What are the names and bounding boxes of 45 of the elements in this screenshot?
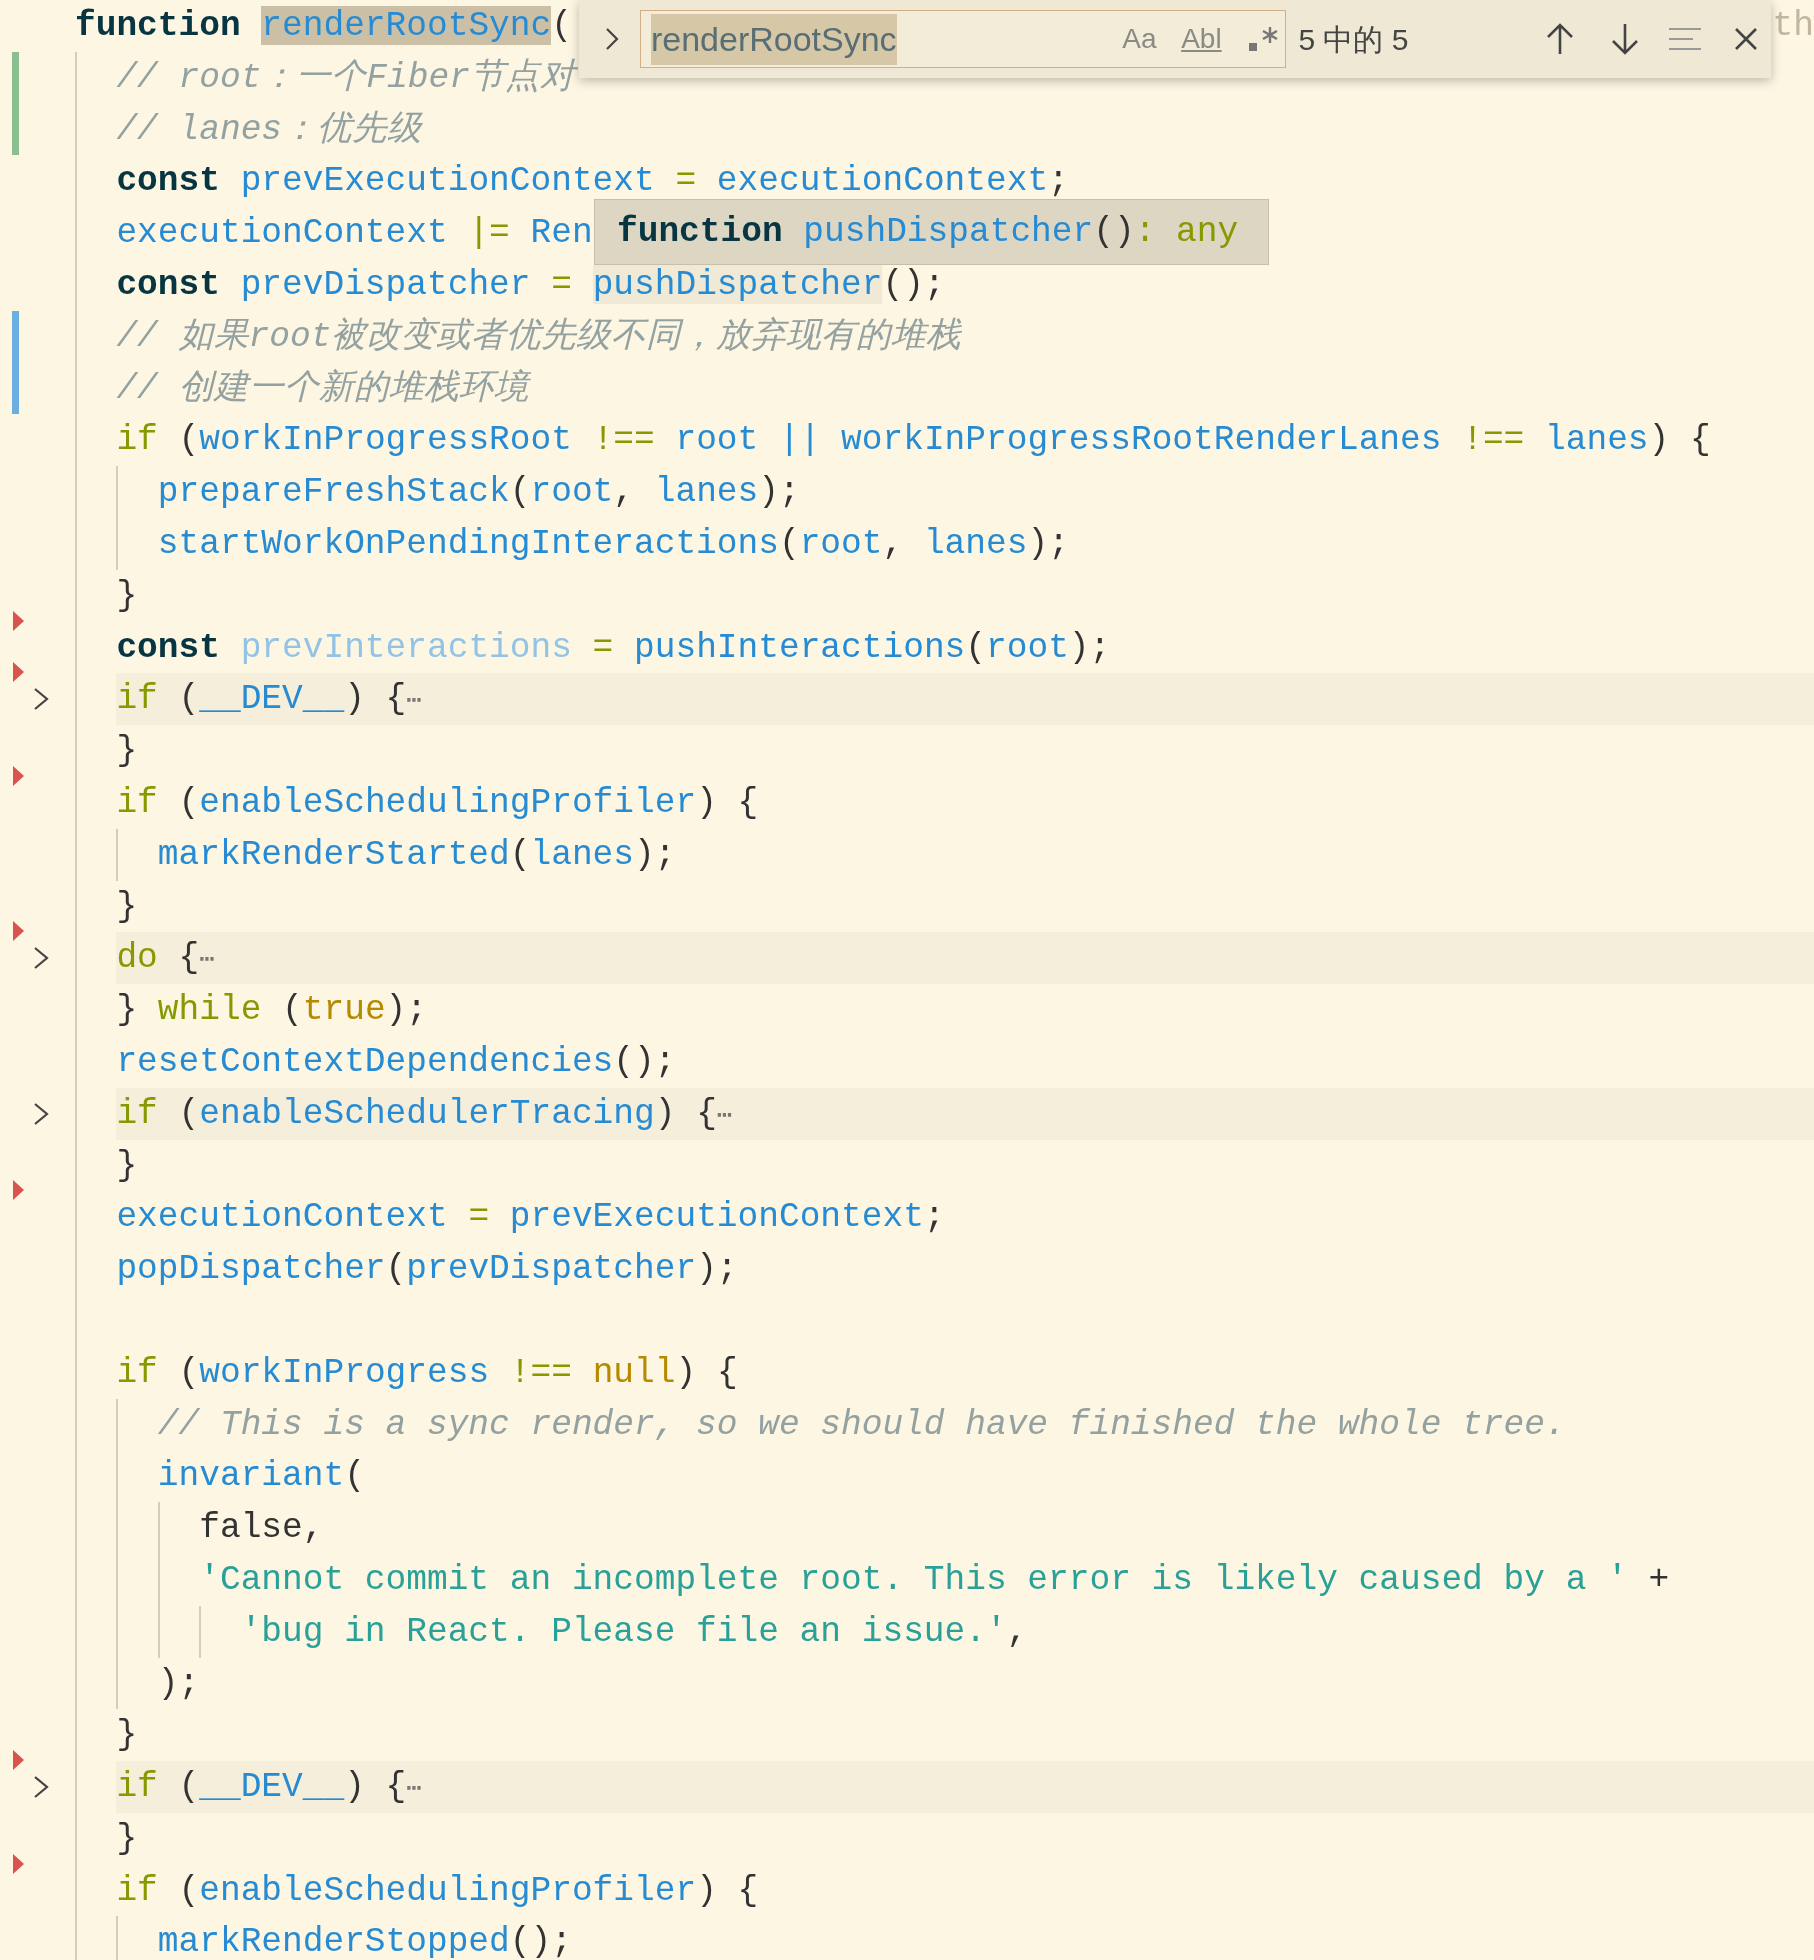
match-count: 5 中的 5 bbox=[1298, 21, 1410, 58]
code-line: } bbox=[116, 574, 138, 617]
code-text: th bbox=[1772, 5, 1814, 47]
code-line: prepareFreshStack(root, lanes); bbox=[157, 471, 800, 514]
search-query-text: renderRootSync bbox=[650, 13, 897, 65]
match-case-button[interactable]: Aa bbox=[1117, 17, 1162, 61]
code-line: if (enableSchedulingProfiler) { bbox=[116, 1869, 759, 1912]
code-line: do {⋯ bbox=[116, 937, 215, 980]
code-line: } bbox=[116, 1714, 138, 1757]
chevron-right-icon[interactable] bbox=[32, 687, 50, 712]
code-line: if (__DEV__) {⋯ bbox=[116, 678, 422, 721]
find-field[interactable]: renderRootSync Aa Abl bbox=[639, 10, 1287, 68]
code-line: startWorkOnPendingInteractions(root, lanes); bbox=[157, 522, 1069, 565]
code-line: if (workInProgress !== null) { bbox=[116, 1351, 738, 1394]
code-line: // lanes：优先级 bbox=[116, 108, 423, 151]
code-line: } bbox=[116, 730, 138, 773]
code-line: ); bbox=[157, 1662, 200, 1705]
code-line: false, bbox=[199, 1507, 324, 1550]
chevron-right-icon bbox=[604, 26, 621, 52]
code-line: executionContext |= Ren bbox=[116, 212, 593, 255]
code-line: markRenderStarted(lanes); bbox=[157, 833, 676, 876]
chevron-right-icon[interactable] bbox=[32, 1775, 50, 1800]
code-line: executionContext = prevExecutionContext; bbox=[116, 1196, 945, 1239]
hover-tooltip: function pushDispatcher(): any bbox=[594, 199, 1269, 265]
chevron-right-icon[interactable] bbox=[32, 1101, 50, 1126]
code-line: // This is a sync render, so we should have finished the whole tree. bbox=[157, 1403, 1566, 1446]
code-line: 'bug in React. Please file an issue.', bbox=[240, 1610, 1028, 1653]
code-line: if (workInProgressRoot !== root || workInProgressRootRenderLanes !== lanes) { bbox=[116, 419, 1711, 462]
code-line: if (enableSchedulingProfiler) { bbox=[116, 781, 759, 824]
code-line: markRenderStopped(); bbox=[157, 1921, 572, 1960]
code-line: 'Cannot commit an incomplete root. This error is likely caused by a ' + bbox=[199, 1558, 1670, 1601]
code-line: const prevInteractions = pushInteractions(root); bbox=[116, 626, 1111, 669]
code-line: } bbox=[116, 1144, 138, 1187]
code-line: if (enableSchedulerTracing) {⋯ bbox=[116, 1092, 733, 1135]
code-line: // 如果root被改变或者优先级不同，放弃现有的堆栈 bbox=[116, 315, 962, 358]
code-line: resetContextDependencies(); bbox=[116, 1040, 676, 1083]
whole-word-button[interactable]: Abl bbox=[1179, 17, 1224, 61]
code-line: } bbox=[116, 885, 138, 928]
chevron-right-icon[interactable] bbox=[32, 946, 50, 971]
code-line: invariant( bbox=[157, 1455, 365, 1498]
code-line: } bbox=[116, 1817, 138, 1860]
code-line: const prevDispatcher = pushDispatcher(); bbox=[116, 263, 945, 306]
code-line: popDispatcher(prevDispatcher); bbox=[116, 1248, 738, 1291]
code-line: } while (true); bbox=[116, 989, 428, 1032]
code-line: if (__DEV__) {⋯ bbox=[116, 1766, 422, 1809]
